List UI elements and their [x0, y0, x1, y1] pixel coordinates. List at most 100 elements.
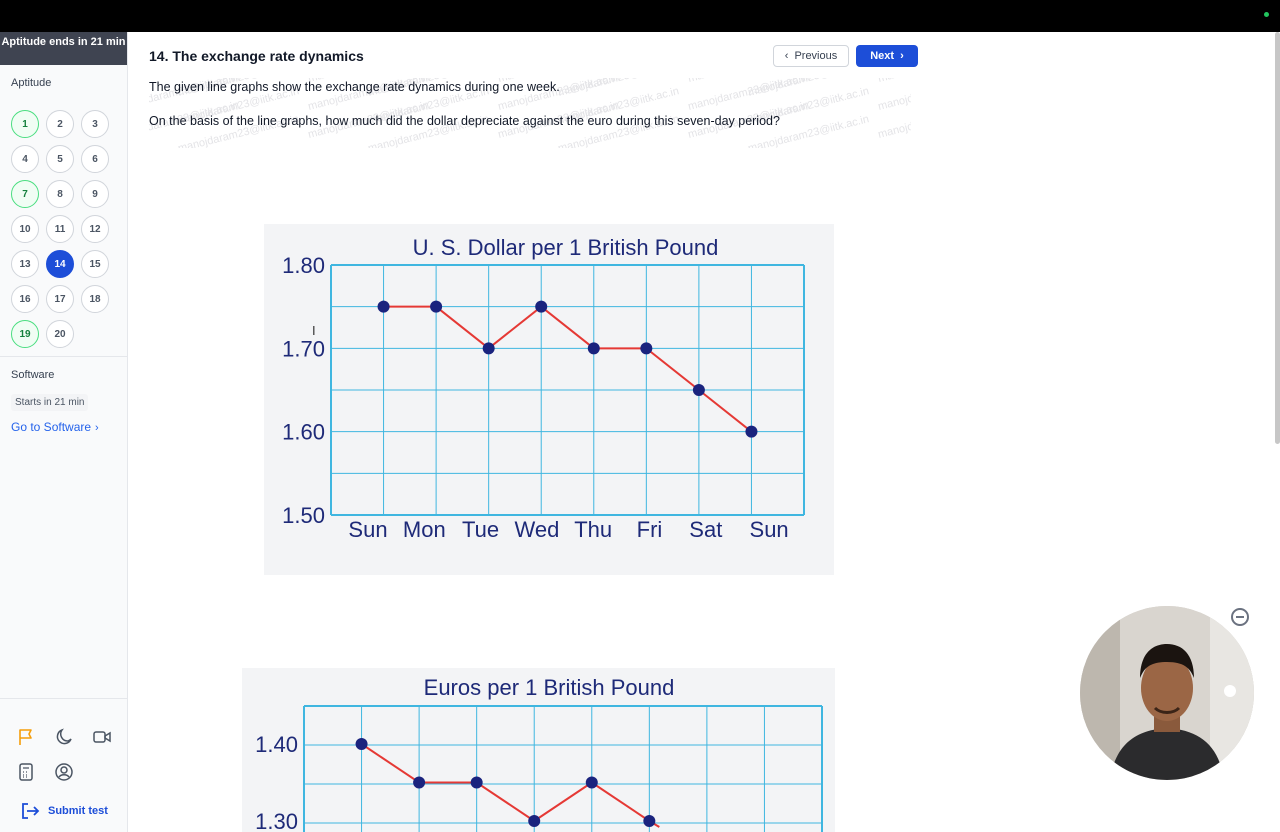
series-line — [383, 305, 753, 433]
chevron-right-icon: › — [900, 50, 904, 62]
previous-label: Previous — [794, 50, 838, 62]
question-button-4[interactable]: 4 — [11, 145, 39, 173]
submit-test-button[interactable]: Submit test — [20, 802, 108, 820]
chevron-left-icon: ‹ — [784, 50, 789, 62]
data-point — [377, 300, 390, 313]
data-point — [470, 776, 483, 789]
chart-eur-per-gbp: Euros per 1 British Pound 1.40 1.30 — [242, 668, 835, 832]
chart-usd-per-gbp: U. S. Dollar per 1 British Pound 1.80 1.70… — [264, 224, 834, 575]
x-tick-label: Fri — [637, 517, 663, 542]
data-point — [535, 300, 548, 313]
moon-icon[interactable] — [54, 727, 74, 747]
chart-title: Euros per 1 British Pound — [424, 675, 675, 700]
question-title: 14. The exchange rate dynamics — [149, 48, 364, 64]
question-button-9[interactable]: 9 — [81, 180, 109, 208]
data-point — [745, 425, 758, 438]
section-timer: Aptitude ends in 21 min — [0, 32, 127, 65]
section-label-software: Software — [11, 369, 55, 381]
go-to-software-link[interactable]: Go to Software › — [11, 420, 99, 434]
minimize-camera-button[interactable] — [1231, 608, 1249, 626]
y-tick-label: 1.40 — [255, 732, 298, 757]
question-row: 13 14 15 — [11, 250, 121, 285]
y-tick-label: 1.30 — [255, 809, 298, 832]
webcam-preview — [1080, 606, 1254, 780]
question-button-10[interactable]: 10 — [11, 215, 39, 243]
divider — [0, 356, 127, 357]
question-text-line-2: On the basis of the line graphs, how muc… — [149, 114, 780, 128]
data-point — [528, 815, 541, 827]
question-button-14[interactable]: 14 — [46, 250, 74, 278]
logout-icon — [22, 803, 40, 819]
y-tick-label: 1.50 — [282, 503, 325, 528]
chevron-right-icon: › — [95, 422, 99, 434]
question-button-5[interactable]: 5 — [46, 145, 74, 173]
data-point — [482, 342, 495, 355]
x-tick-label: Thu — [574, 517, 612, 542]
question-row: 10 11 12 — [11, 215, 121, 250]
question-button-11[interactable]: 11 — [46, 215, 74, 243]
data-point — [692, 384, 705, 396]
x-tick-label: Mon — [403, 517, 446, 542]
scrollbar[interactable] — [1275, 32, 1280, 444]
watermark-text: manojdaram23@iitk.ac.in — [877, 78, 911, 85]
video-icon[interactable] — [92, 727, 112, 747]
chart-eur-per-gbp-svg: Euros per 1 British Pound 1.40 1.30 — [255, 675, 823, 832]
question-row: 456 — [11, 145, 121, 180]
y-tick-label: 1.60 — [282, 420, 325, 445]
question-button-7[interactable]: 7 — [11, 180, 39, 208]
next-label: Next — [870, 50, 895, 62]
data-point — [413, 776, 426, 789]
status-dot-icon — [1264, 12, 1269, 17]
question-row: 123 — [11, 110, 121, 145]
text-cursor-icon: I — [312, 323, 316, 338]
question-button-13[interactable]: 13 — [11, 250, 39, 278]
data-point — [430, 300, 443, 313]
question-button-12[interactable]: 12 — [81, 215, 109, 243]
data-point — [640, 342, 653, 355]
question-row: 19 20 — [11, 320, 121, 355]
data-point — [643, 815, 656, 827]
question-button-15[interactable]: 15 — [81, 250, 109, 278]
question-button-19[interactable]: 19 — [11, 320, 39, 348]
submit-test-label: Submit test — [48, 805, 108, 817]
sidebar: Aptitude ends in 21 min Aptitude 1234567… — [0, 32, 128, 832]
chart-title: U. S. Dollar per 1 British Pound — [413, 235, 719, 260]
question-button-6[interactable]: 6 — [81, 145, 109, 173]
data-point — [355, 738, 368, 750]
question-button-2[interactable]: 2 — [46, 110, 74, 138]
question-button-17[interactable]: 17 — [46, 285, 74, 313]
next-button[interactable]: Next › — [856, 45, 918, 67]
top-bar — [0, 0, 1280, 32]
question-button-8[interactable]: 8 — [46, 180, 74, 208]
question-button-1[interactable]: 1 — [11, 110, 39, 138]
webcam-person-image — [1080, 606, 1254, 780]
x-tick-label: Sun — [348, 517, 387, 542]
question-button-18[interactable]: 18 — [81, 285, 109, 313]
calculator-icon[interactable] — [16, 762, 36, 782]
question-palette: 1 2 3 4 5 6 7 8 9 10 11 12 13 14 15 16 17 18 19 20 — [11, 110, 121, 355]
user-circle-icon[interactable] — [54, 762, 74, 782]
question-text-line-1: The given line graphs show the exchange … — [149, 80, 560, 94]
question-button-20[interactable]: 20 — [46, 320, 74, 348]
previous-button[interactable]: ‹ Previous — [773, 45, 849, 67]
y-tick-label: 1.80 — [282, 253, 325, 278]
question-button-16[interactable]: 16 — [11, 285, 39, 313]
chart-usd-per-gbp-svg: U. S. Dollar per 1 British Pound 1.80 1.70… — [282, 235, 805, 542]
divider — [0, 698, 127, 699]
flag-icon[interactable] — [16, 727, 36, 747]
section-label-aptitude: Aptitude — [11, 77, 52, 89]
series-line — [360, 743, 660, 828]
x-tick-label: Wed — [514, 517, 559, 542]
question-body: manojdaram23@iitk.ac.in manojdaram23@iitk… — [149, 78, 911, 148]
x-tick-label: Sat — [689, 517, 722, 542]
data-point — [587, 342, 600, 355]
question-row: 16 17 18 — [11, 285, 121, 320]
data-point — [585, 776, 598, 789]
software-status-badge: Starts in 21 min — [11, 394, 89, 411]
x-tick-label: Sun — [750, 517, 789, 542]
question-row: 789 — [11, 180, 121, 215]
question-button-3[interactable]: 3 — [81, 110, 109, 138]
x-tick-label: Tue — [462, 517, 499, 542]
y-tick-label: 1.70 — [282, 336, 325, 361]
go-to-software-label: Go to Software — [11, 420, 92, 434]
